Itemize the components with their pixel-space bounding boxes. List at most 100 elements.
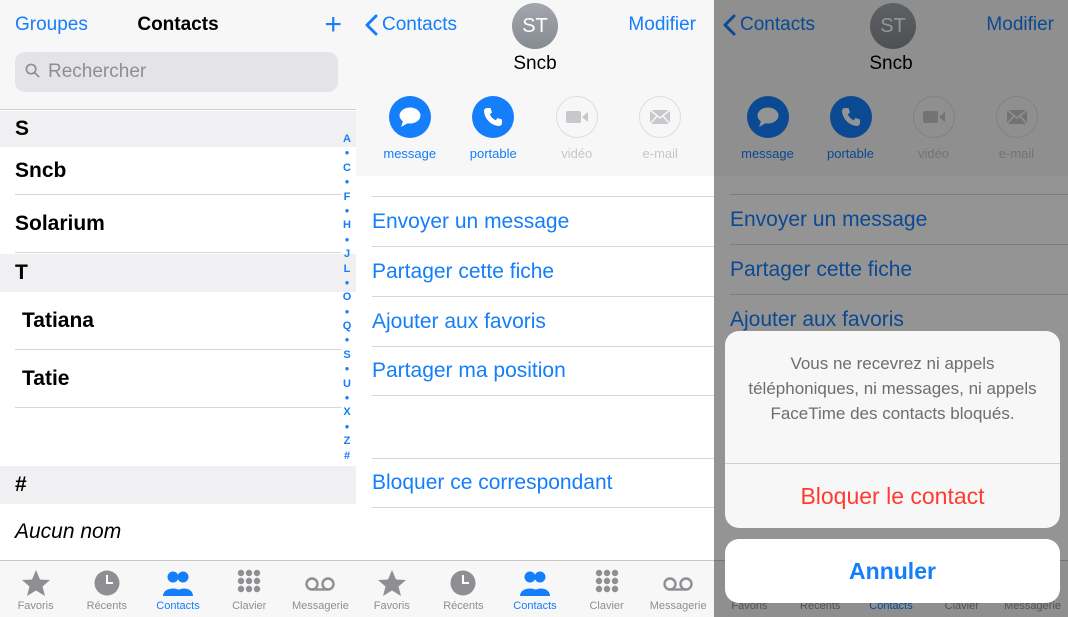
index-letter[interactable]: U (341, 377, 353, 391)
index-dot[interactable]: ● (341, 204, 353, 218)
share-contact-option[interactable]: Partager cette fiche (372, 246, 714, 296)
message-bubble-icon (399, 107, 421, 127)
phone-icon (484, 108, 503, 126)
contacts-header: Contacts Groupes + (0, 0, 356, 110)
contact-actions: message portable vidéo e-mail (368, 96, 702, 161)
add-favorite-option[interactable]: Ajouter aux favoris (372, 296, 714, 346)
contact-row-tatiana[interactable]: Tatiana (15, 292, 341, 350)
contact-row-tatie[interactable]: Tatie (15, 350, 341, 408)
contact-row-solarium[interactable]: Solarium (15, 195, 341, 253)
index-dot[interactable]: ● (341, 333, 353, 347)
call-action[interactable]: portable (452, 96, 536, 161)
tab-label: Favoris (17, 600, 54, 612)
tab-favorites[interactable]: Favoris (356, 561, 428, 617)
star-icon (21, 570, 50, 596)
video-button (555, 96, 598, 138)
index-dot[interactable]: ● (341, 391, 353, 405)
action-label: vidéo (561, 146, 593, 161)
back-label: Contacts (382, 14, 457, 35)
clock-icon (94, 570, 120, 596)
tab-bar: Favoris Récents Contacts Clavier Message… (356, 560, 714, 617)
video-action: vidéo (535, 96, 619, 161)
search-input[interactable] (48, 60, 328, 84)
tab-keypad[interactable]: Clavier (214, 561, 285, 617)
tab-label: Messagerie (291, 600, 349, 612)
alphabet-index[interactable]: A ● C ● F ● H ● J L ● O ● Q ● S ● U ● X ● Z # (341, 132, 353, 463)
index-letter[interactable]: # (341, 449, 353, 463)
tab-bar: Favoris Récents Contacts Clavier Message… (0, 560, 356, 617)
index-letter[interactable]: J (341, 247, 353, 261)
message-action[interactable]: message (368, 96, 452, 161)
section-header-s: S (0, 111, 356, 147)
voicemail-icon (663, 577, 693, 591)
edit-button[interactable]: Modifier (628, 14, 696, 36)
tab-voicemail[interactable]: Messagerie (285, 561, 356, 617)
tab-contacts[interactable]: Contacts (499, 561, 571, 617)
index-letter[interactable]: X (341, 405, 353, 419)
index-letter[interactable]: A (341, 132, 353, 146)
chevron-left-icon (365, 14, 378, 36)
message-button[interactable] (388, 96, 431, 138)
tab-contacts[interactable]: Contacts (142, 561, 213, 617)
index-dot[interactable]: ● (341, 362, 353, 376)
contact-name: Sncb (513, 53, 557, 74)
index-letter[interactable]: H (341, 218, 353, 232)
index-dot[interactable]: ● (341, 420, 353, 434)
index-dot[interactable]: ● (341, 146, 353, 160)
tab-label: Récents (443, 600, 484, 612)
block-confirm-screen: Contacts ST Modifier Sncb message portab… (714, 0, 1068, 617)
index-letter[interactable]: Q (341, 319, 353, 333)
action-label: e-mail (642, 146, 678, 161)
email-action: e-mail (619, 96, 703, 161)
video-camera-icon (565, 111, 588, 123)
star-icon (377, 570, 406, 596)
tab-label: Contacts (513, 600, 557, 612)
search-icon (25, 63, 40, 78)
index-letter[interactable]: L (341, 262, 353, 276)
contacts-icon (163, 571, 193, 596)
index-letter[interactable]: O (341, 290, 353, 304)
avatar: ST (512, 3, 558, 49)
call-button[interactable] (472, 96, 515, 138)
contact-row-sncb[interactable]: Sncb (15, 147, 341, 195)
tab-recents[interactable]: Récents (428, 561, 500, 617)
index-letter[interactable]: S (341, 348, 353, 362)
groups-button[interactable]: Groupes (15, 14, 88, 36)
index-dot[interactable]: ● (341, 276, 353, 290)
cancel-button[interactable]: Annuler (725, 539, 1060, 603)
tab-keypad[interactable]: Clavier (571, 561, 643, 617)
index-letter[interactable]: Z (341, 434, 353, 448)
envelope-icon (649, 109, 671, 125)
tab-label: Messagerie (649, 600, 707, 612)
tab-label: Clavier (589, 600, 624, 612)
index-dot[interactable]: ● (341, 233, 353, 247)
index-dot[interactable]: ● (341, 305, 353, 319)
tab-favorites[interactable]: Favoris (0, 561, 71, 617)
block-caller-option[interactable]: Bloquer ce correspondant (372, 458, 714, 508)
contacts-icon (519, 571, 550, 596)
send-message-option[interactable]: Envoyer un message (372, 196, 714, 246)
add-contact-button[interactable]: + (324, 8, 342, 42)
index-letter[interactable]: C (341, 161, 353, 175)
contact-header: Contacts ST Modifier Sncb message portab… (356, 0, 714, 176)
search-bar[interactable] (15, 52, 338, 92)
block-action-sheet: Vous ne recevrez ni appels téléphoniques… (725, 331, 1060, 528)
share-location-option[interactable]: Partager ma position (372, 346, 714, 396)
tab-voicemail[interactable]: Messagerie (642, 561, 714, 617)
action-label: message (383, 146, 437, 161)
keypad-icon (238, 569, 261, 593)
keypad-icon (595, 569, 618, 593)
contact-detail-screen: Contacts ST Modifier Sncb message portab… (356, 0, 714, 617)
block-contact-button[interactable]: Bloquer le contact (725, 464, 1060, 528)
email-button (639, 96, 682, 138)
tab-label: Récents (86, 600, 127, 612)
tab-label: Favoris (373, 600, 410, 612)
back-button[interactable]: Contacts (364, 14, 457, 36)
voicemail-icon (305, 577, 336, 591)
index-letter[interactable]: F (341, 190, 353, 204)
contacts-list-screen: Contacts Groupes + S Sncb Solarium T Tat… (0, 0, 356, 617)
cancel-sheet: Annuler (725, 539, 1060, 603)
contact-row-no-name[interactable]: Aucun nom (15, 504, 341, 560)
index-dot[interactable]: ● (341, 175, 353, 189)
tab-recents[interactable]: Récents (71, 561, 142, 617)
